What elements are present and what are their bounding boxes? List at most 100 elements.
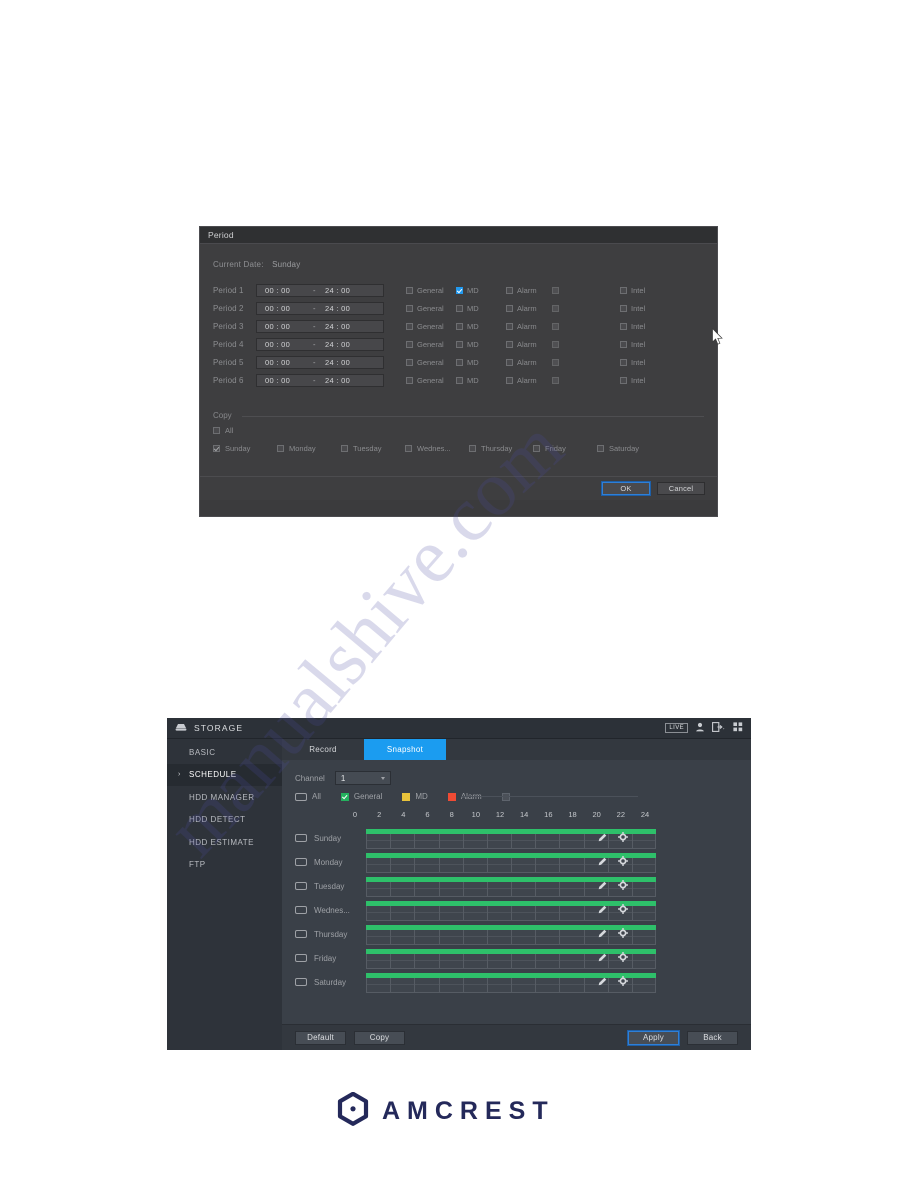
- day-checkbox[interactable]: [295, 882, 307, 890]
- legend-md[interactable]: MD: [402, 792, 428, 801]
- period-md-option[interactable]: MD: [456, 358, 479, 367]
- gear-icon[interactable]: [618, 925, 628, 943]
- period-general-option[interactable]: General: [406, 304, 444, 313]
- gear-icon[interactable]: [618, 901, 628, 919]
- period-general-option[interactable]: General: [406, 376, 444, 385]
- period-alarm-checkbox[interactable]: [506, 305, 513, 312]
- day-checkbox[interactable]: [295, 978, 307, 986]
- period-md-checkbox[interactable]: [456, 305, 463, 312]
- copy-all-option[interactable]: All: [213, 426, 233, 435]
- edit-pencil-icon[interactable]: [598, 877, 607, 895]
- period-intel-option[interactable]: Intel: [620, 358, 645, 367]
- copy-day-checkbox[interactable]: [405, 445, 412, 452]
- sidebar-item-basic[interactable]: BASIC: [167, 741, 282, 764]
- period-md-option[interactable]: MD: [456, 322, 479, 331]
- tab-record[interactable]: Record: [282, 739, 364, 760]
- edit-pencil-icon[interactable]: [598, 853, 607, 871]
- copy-day-sunday[interactable]: Sunday: [213, 444, 277, 453]
- copy-day-checkbox[interactable]: [277, 445, 284, 452]
- period-intel-checkbox[interactable]: [620, 323, 627, 330]
- copy-day-checkbox[interactable]: [341, 445, 348, 452]
- edit-pencil-icon[interactable]: [598, 973, 607, 991]
- copy-all-checkbox[interactable]: [213, 427, 220, 434]
- period-intel-checkbox[interactable]: [620, 341, 627, 348]
- period-blank-option[interactable]: [552, 323, 559, 330]
- period-time-input[interactable]: 00 : 00 - 24 : 00: [256, 284, 384, 297]
- gear-icon[interactable]: [618, 973, 628, 991]
- copy-day-checkbox[interactable]: [533, 445, 540, 452]
- day-checkbox[interactable]: [295, 930, 307, 938]
- period-time-input[interactable]: 00 : 00 - 24 : 00: [256, 356, 384, 369]
- period-general-checkbox[interactable]: [406, 287, 413, 294]
- edit-pencil-icon[interactable]: [598, 901, 607, 919]
- day-checkbox[interactable]: [295, 954, 307, 962]
- period-md-option[interactable]: MD: [456, 340, 479, 349]
- user-icon[interactable]: [695, 719, 705, 737]
- default-button[interactable]: Default: [295, 1030, 346, 1045]
- copy-day-checkbox[interactable]: [597, 445, 604, 452]
- day-checkbox[interactable]: [295, 834, 307, 842]
- copy-day-checkbox[interactable]: [469, 445, 476, 452]
- period-md-checkbox[interactable]: [456, 287, 463, 294]
- period-time-input[interactable]: 00 : 00 - 24 : 00: [256, 320, 384, 333]
- live-button[interactable]: LIVE: [665, 723, 688, 733]
- period-intel-checkbox[interactable]: [620, 377, 627, 384]
- period-intel-option[interactable]: Intel: [620, 322, 645, 331]
- copy-button[interactable]: Copy: [354, 1030, 405, 1045]
- copy-day-wednesday[interactable]: Wednes...: [405, 444, 469, 453]
- period-alarm-checkbox[interactable]: [506, 359, 513, 366]
- period-md-checkbox[interactable]: [456, 359, 463, 366]
- gear-icon[interactable]: [618, 829, 628, 847]
- copy-day-saturday[interactable]: Saturday: [597, 444, 661, 453]
- period-blank-checkbox[interactable]: [552, 287, 559, 294]
- period-md-checkbox[interactable]: [456, 341, 463, 348]
- cancel-button[interactable]: Cancel: [657, 482, 705, 495]
- period-general-option[interactable]: General: [406, 340, 444, 349]
- period-alarm-checkbox[interactable]: [506, 341, 513, 348]
- period-blank-option[interactable]: [552, 305, 559, 312]
- period-general-checkbox[interactable]: [406, 377, 413, 384]
- day-checkbox[interactable]: [295, 906, 307, 914]
- copy-day-monday[interactable]: Monday: [277, 444, 341, 453]
- period-alarm-option[interactable]: Alarm: [506, 322, 537, 331]
- period-blank-checkbox[interactable]: [552, 305, 559, 312]
- period-general-option[interactable]: General: [406, 286, 444, 295]
- legend-all[interactable]: All: [295, 792, 321, 801]
- logout-icon[interactable]: [712, 719, 726, 737]
- period-md-option[interactable]: MD: [456, 286, 479, 295]
- period-intel-checkbox[interactable]: [620, 359, 627, 366]
- period-alarm-option[interactable]: Alarm: [506, 358, 537, 367]
- period-intel-option[interactable]: Intel: [620, 304, 645, 313]
- period-alarm-option[interactable]: Alarm: [506, 304, 537, 313]
- copy-day-checkbox[interactable]: [213, 445, 220, 452]
- apps-grid-icon[interactable]: [733, 719, 743, 737]
- period-alarm-checkbox[interactable]: [506, 323, 513, 330]
- day-checkbox[interactable]: [295, 858, 307, 866]
- period-general-option[interactable]: General: [406, 322, 444, 331]
- period-blank-option[interactable]: [552, 359, 559, 366]
- period-alarm-option[interactable]: Alarm: [506, 286, 537, 295]
- period-alarm-option[interactable]: Alarm: [506, 376, 537, 385]
- channel-select[interactable]: 1: [334, 771, 391, 785]
- period-intel-option[interactable]: Intel: [620, 286, 645, 295]
- period-intel-checkbox[interactable]: [620, 305, 627, 312]
- edit-pencil-icon[interactable]: [598, 949, 607, 967]
- gear-icon[interactable]: [618, 853, 628, 871]
- period-general-option[interactable]: General: [406, 358, 444, 367]
- period-time-input[interactable]: 00 : 00 - 24 : 00: [256, 374, 384, 387]
- period-blank-checkbox[interactable]: [552, 377, 559, 384]
- legend-general[interactable]: General: [340, 792, 382, 801]
- period-blank-option[interactable]: [552, 341, 559, 348]
- period-alarm-checkbox[interactable]: [506, 377, 513, 384]
- copy-day-thursday[interactable]: Thursday: [469, 444, 533, 453]
- period-blank-option[interactable]: [552, 287, 559, 294]
- edit-pencil-icon[interactable]: [598, 925, 607, 943]
- period-time-input[interactable]: 00 : 00 - 24 : 00: [256, 302, 384, 315]
- period-general-checkbox[interactable]: [406, 359, 413, 366]
- period-general-checkbox[interactable]: [406, 341, 413, 348]
- sidebar-item-hdd-detect[interactable]: HDD DETECT: [167, 809, 282, 832]
- period-general-checkbox[interactable]: [406, 305, 413, 312]
- period-blank-checkbox[interactable]: [552, 341, 559, 348]
- period-blank-checkbox[interactable]: [552, 323, 559, 330]
- period-alarm-option[interactable]: Alarm: [506, 340, 537, 349]
